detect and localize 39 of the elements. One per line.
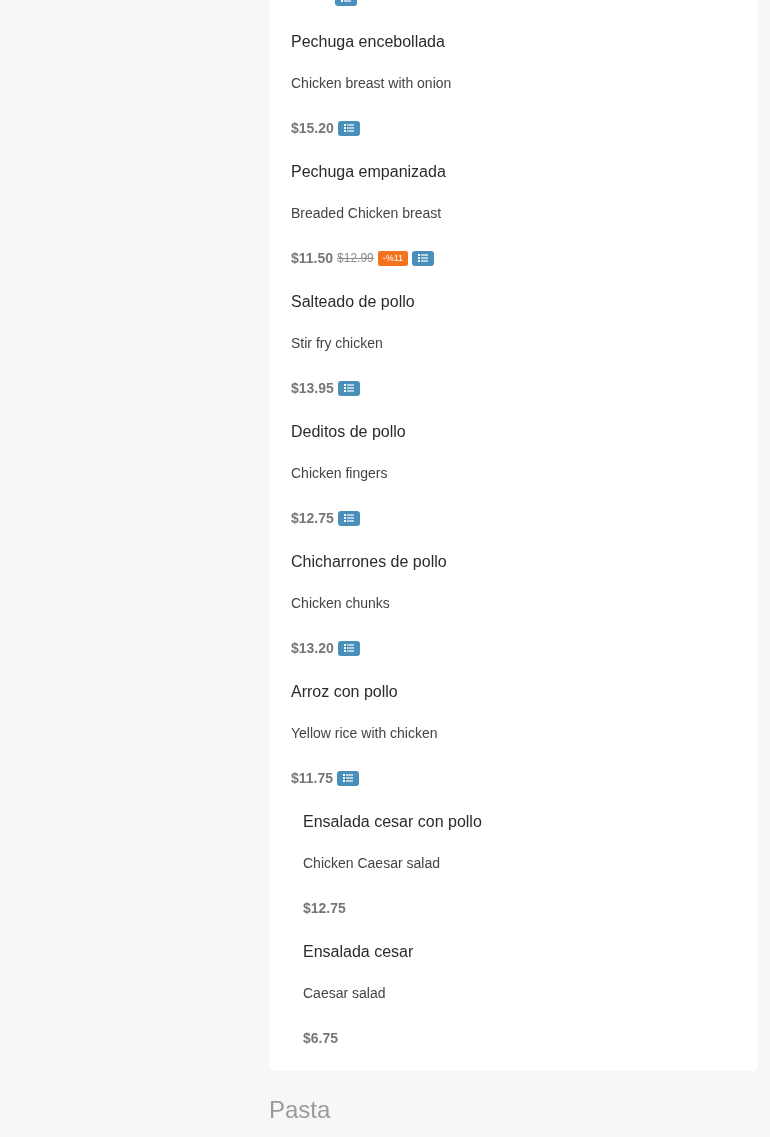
dish-description: Chicken breast with onion [291,74,453,93]
dish-description: Stir fry chicken [291,334,384,353]
discount-badge: -%11 [377,250,409,266]
list-icon [418,254,429,262]
dish-description: Breaded Chicken breast [291,204,443,223]
old-price: $12.99 [337,250,374,266]
options-button[interactable] [337,640,360,656]
dish-name: Ensalada cesar con pollo [303,812,483,832]
list-icon [343,644,354,652]
options-button[interactable] [337,380,360,396]
options-button[interactable] [337,120,360,136]
dish-description: Chicken Caesar salad [303,854,441,873]
dish-price: $13.20 [291,639,334,658]
dish-name: Ensalada cesar [303,942,415,962]
dish-price: $11.75 [291,769,334,788]
list-icon [343,774,354,782]
dish-name: Salteado de pollo [291,292,416,312]
dish-price: $12.75 [291,509,334,528]
section-title: Pasta [269,1095,332,1125]
dish-description: Chicken fingers [291,464,389,483]
dish-description: Caesar salad [303,984,387,1003]
options-button[interactable] [412,250,435,266]
dish-name: Deditos de pollo [291,422,407,442]
list-icon [343,384,354,392]
dish-description: Chicken chunks [291,594,391,613]
options-button[interactable] [337,510,360,526]
dish-name: Pechuga encebollada [291,32,446,52]
dish-name: Arroz con pollo [291,682,399,702]
dish-price: $11.50 [291,249,334,268]
list-icon [343,514,354,522]
options-button[interactable] [337,770,360,786]
dish-price: $12.75 [303,899,346,918]
dish-description: Yellow rice with chicken [291,724,439,743]
dish-price: $13.95 [291,379,334,398]
list-icon [343,124,354,132]
dish-name: Chicharrones de pollo [291,552,448,572]
dish-price: $15.20 [291,119,334,138]
dish-name: Pechuga empanizada [291,162,447,182]
dish-price: $6.75 [303,1029,339,1048]
